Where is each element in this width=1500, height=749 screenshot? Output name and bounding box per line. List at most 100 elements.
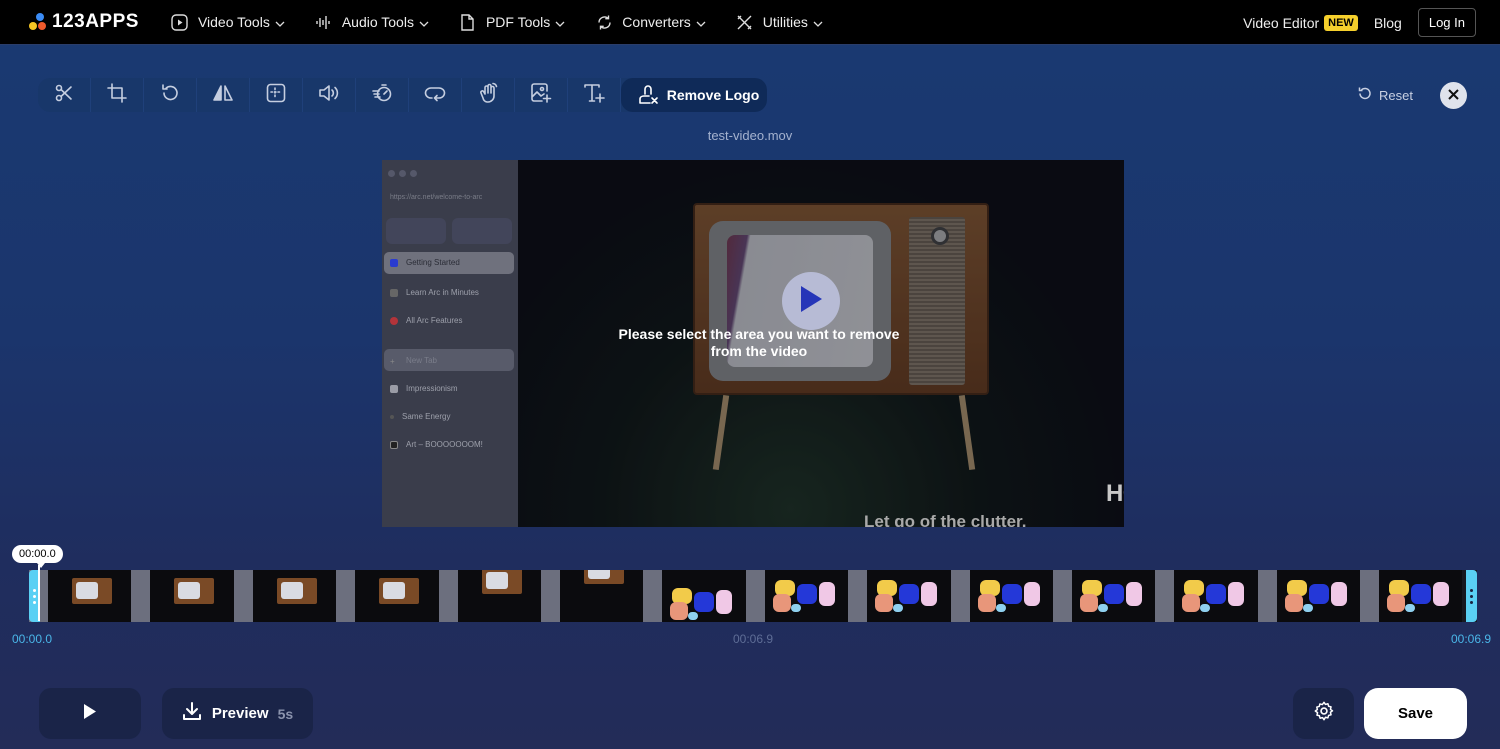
timeline-thumbnail bbox=[438, 570, 541, 622]
preview-duration: 5s bbox=[277, 705, 294, 722]
nav-converters[interactable]: Converters bbox=[595, 13, 706, 31]
timeline-start-time: 00:00.0 bbox=[12, 632, 53, 646]
new-badge: NEW bbox=[1324, 14, 1358, 31]
remove-logo-label: Remove Logo bbox=[666, 87, 760, 103]
video-play-overlay[interactable] bbox=[782, 272, 840, 330]
timeline-thumbnail bbox=[848, 570, 951, 622]
video-canvas[interactable]: https://arc.net/welcome-to-arc Getting S… bbox=[382, 160, 1124, 527]
arc-item: + New Tab bbox=[390, 356, 437, 366]
preview-button[interactable]: Preview 5s bbox=[162, 688, 313, 739]
reset-label: Reset bbox=[1379, 87, 1413, 103]
video-arc-sidebar: https://arc.net/welcome-to-arc Getting S… bbox=[382, 160, 518, 527]
nav-label: Video Tools bbox=[197, 14, 270, 30]
flip-icon bbox=[212, 83, 234, 108]
video-watermark: HONGKIAT bbox=[1106, 480, 1124, 507]
arc-item: Impressionism bbox=[382, 384, 458, 393]
tool-remove-logo[interactable]: Remove Logo bbox=[621, 78, 767, 112]
chevron-down-icon bbox=[813, 14, 823, 30]
nav-video-tools[interactable]: Video Tools bbox=[171, 13, 285, 31]
waveform-icon bbox=[315, 13, 333, 31]
speed-icon bbox=[371, 83, 393, 108]
timeline-thumbnail bbox=[233, 570, 337, 622]
nav-audio-tools[interactable]: Audio Tools bbox=[315, 13, 429, 31]
arc-item: Getting Started bbox=[382, 258, 460, 267]
timeline-thumbnail bbox=[540, 570, 644, 622]
timeline-thumbnail bbox=[1360, 570, 1463, 622]
editor-toolbar: Remove Logo bbox=[38, 78, 767, 112]
favorite-twitter bbox=[386, 218, 446, 244]
play-icon bbox=[83, 703, 97, 725]
timeline-thumbnail bbox=[1155, 570, 1258, 622]
tool-add-image[interactable] bbox=[515, 78, 568, 112]
logo-text: 123APPS bbox=[52, 11, 139, 32]
crop-icon bbox=[107, 82, 127, 108]
timeline-end-time: 00:06.9 bbox=[1451, 632, 1492, 646]
document-icon bbox=[459, 13, 477, 31]
nav-label: Utilities bbox=[762, 14, 808, 30]
play-icon bbox=[798, 284, 824, 319]
add-image-icon bbox=[530, 82, 552, 109]
timeline-thumbnail bbox=[29, 570, 132, 622]
nav-pdf-tools[interactable]: PDF Tools bbox=[459, 13, 565, 31]
tool-crop[interactable] bbox=[91, 78, 144, 112]
timeline-strip[interactable] bbox=[29, 570, 1477, 622]
window-controls bbox=[388, 170, 421, 177]
resize-icon bbox=[266, 83, 286, 108]
login-button[interactable]: Log In bbox=[1417, 8, 1476, 37]
timeline-thumbnail bbox=[336, 570, 439, 622]
undo-icon bbox=[1357, 86, 1379, 104]
trim-handle-right[interactable] bbox=[1466, 570, 1477, 622]
remove-logo-icon bbox=[637, 83, 659, 108]
selection-instruction: Please select the area you want to remov… bbox=[618, 326, 900, 359]
tool-resize[interactable] bbox=[250, 78, 303, 112]
timeline-thumbnail bbox=[643, 570, 746, 622]
tool-stabilize[interactable] bbox=[462, 78, 515, 112]
preview-label: Preview bbox=[211, 705, 269, 722]
play-square-icon bbox=[171, 13, 189, 31]
download-icon bbox=[182, 701, 202, 726]
arc-item: Art – BOOOOOOOM! bbox=[382, 440, 483, 449]
video-caption: Let go of the clutter. bbox=[864, 512, 1027, 527]
save-button[interactable]: Save bbox=[1364, 688, 1467, 739]
rotate-icon bbox=[160, 83, 180, 108]
timeline-thumbnail bbox=[950, 570, 1053, 622]
add-text-icon bbox=[583, 82, 605, 109]
browser-url: https://arc.net/welcome-to-arc bbox=[390, 194, 483, 201]
refresh-icon bbox=[595, 13, 613, 31]
timeline-mid-time: 00:06.9 bbox=[733, 632, 774, 646]
close-button[interactable] bbox=[1440, 82, 1467, 109]
play-button[interactable] bbox=[39, 688, 141, 739]
arc-item: All Arc Features bbox=[382, 316, 462, 325]
timeline-thumbnail bbox=[1052, 570, 1156, 622]
reset-button[interactable]: Reset bbox=[1357, 86, 1413, 104]
timeline-thumbnail bbox=[131, 570, 234, 622]
arc-item: Learn Arc in Minutes bbox=[382, 288, 479, 297]
tool-rotate[interactable] bbox=[144, 78, 197, 112]
scissors-icon bbox=[54, 83, 74, 108]
chevron-down-icon bbox=[419, 14, 429, 30]
chevron-down-icon bbox=[696, 14, 706, 30]
hand-wave-icon bbox=[477, 82, 499, 109]
tool-flip[interactable] bbox=[197, 78, 250, 112]
chevron-down-icon bbox=[275, 14, 285, 30]
arc-item: Same Energy bbox=[382, 412, 450, 421]
timeline-thumbnail bbox=[1257, 570, 1361, 622]
tool-add-text[interactable] bbox=[568, 78, 621, 112]
tool-cut[interactable] bbox=[38, 78, 91, 112]
close-icon bbox=[1448, 87, 1459, 105]
playhead[interactable] bbox=[38, 565, 40, 621]
volume-icon bbox=[318, 83, 340, 108]
chevron-down-icon bbox=[555, 14, 565, 30]
nav-label: PDF Tools bbox=[485, 14, 551, 30]
tool-loop[interactable] bbox=[409, 78, 462, 112]
video-editor-link[interactable]: Video Editor bbox=[1243, 15, 1319, 31]
tool-speed[interactable] bbox=[356, 78, 409, 112]
file-name: test-video.mov bbox=[707, 128, 793, 143]
settings-button[interactable] bbox=[1293, 688, 1354, 739]
favorite-google bbox=[452, 218, 512, 244]
nav-utilities[interactable]: Utilities bbox=[736, 13, 823, 31]
blog-link[interactable]: Blog bbox=[1374, 15, 1402, 31]
tool-volume[interactable] bbox=[303, 78, 356, 112]
logo[interactable]: 123APPS bbox=[28, 11, 139, 33]
logo-dots-icon bbox=[28, 12, 48, 32]
